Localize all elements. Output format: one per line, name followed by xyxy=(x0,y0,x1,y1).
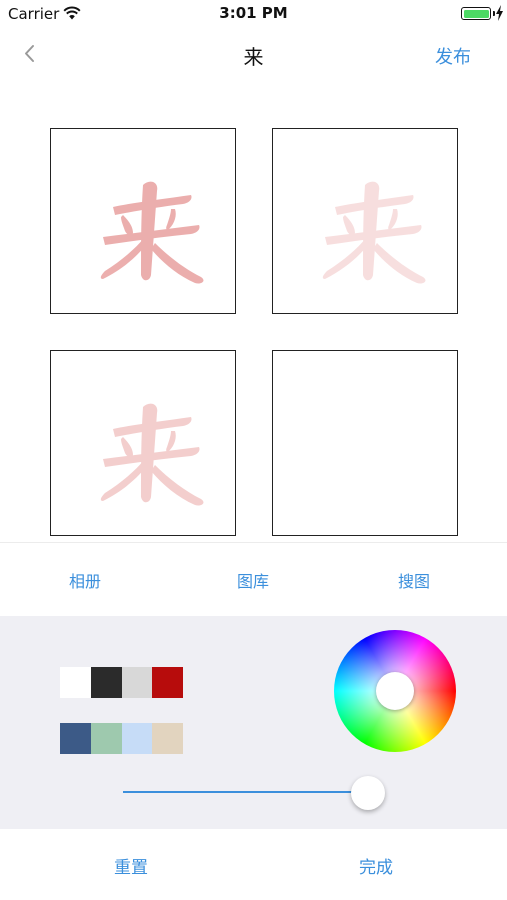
color-wheel[interactable] xyxy=(334,630,456,752)
color-swatch[interactable] xyxy=(91,667,122,698)
glyph-strokes xyxy=(100,403,204,506)
glyph-stroke xyxy=(121,437,133,458)
color-swatch[interactable] xyxy=(60,723,91,754)
search-image-button[interactable]: 搜图 xyxy=(369,568,459,592)
clock: 3:01 PM xyxy=(219,4,288,22)
album-button[interactable]: 相册 xyxy=(40,568,130,592)
battery-icon xyxy=(461,7,491,20)
practice-cell[interactable] xyxy=(272,128,458,314)
navigation-bar: 来 发布 xyxy=(0,28,507,80)
gallery-button[interactable]: 图库 xyxy=(208,568,298,592)
glyph-drawing xyxy=(322,181,426,284)
glyph-stroke xyxy=(151,465,204,506)
practice-cell[interactable] xyxy=(272,350,458,536)
practice-cell[interactable] xyxy=(50,350,236,536)
glyph-stroke xyxy=(121,215,133,236)
color-swatch[interactable] xyxy=(60,667,91,698)
opacity-slider-thumb[interactable] xyxy=(351,776,385,810)
color-swatch[interactable] xyxy=(122,723,153,754)
glyph-stroke xyxy=(373,243,426,284)
image-source-bar: 相册 图库 搜图 xyxy=(0,542,507,616)
glyph-stroke xyxy=(388,209,398,230)
practice-cell[interactable] xyxy=(50,128,236,314)
publish-button[interactable]: 发布 xyxy=(435,43,471,69)
glyph-strokes xyxy=(100,181,204,284)
reset-button[interactable]: 重置 xyxy=(91,853,171,878)
done-button[interactable]: 完成 xyxy=(336,853,416,878)
color-panel xyxy=(0,616,507,829)
glyph-stroke xyxy=(151,243,204,284)
color-swatch[interactable] xyxy=(91,723,122,754)
glyph-stroke xyxy=(166,209,176,230)
glyph-drawing xyxy=(100,181,204,284)
page-title: 来 xyxy=(243,45,264,69)
color-swatch[interactable] xyxy=(152,667,183,698)
status-bar: Carrier 3:01 PM xyxy=(0,0,507,28)
glyph-drawing xyxy=(273,351,458,536)
glyph-stroke xyxy=(343,215,355,236)
color-wheel-knob[interactable] xyxy=(376,672,414,710)
charging-bolt-icon xyxy=(496,5,503,21)
practice-grid xyxy=(50,128,458,536)
glyph-strokes xyxy=(322,181,426,284)
bottom-action-bar: 重置 完成 xyxy=(0,829,507,900)
glyph-drawing xyxy=(100,403,204,506)
glyph-stroke xyxy=(166,431,176,452)
opacity-slider-track[interactable] xyxy=(123,791,368,793)
color-swatch[interactable] xyxy=(122,667,153,698)
color-swatch[interactable] xyxy=(152,723,183,754)
